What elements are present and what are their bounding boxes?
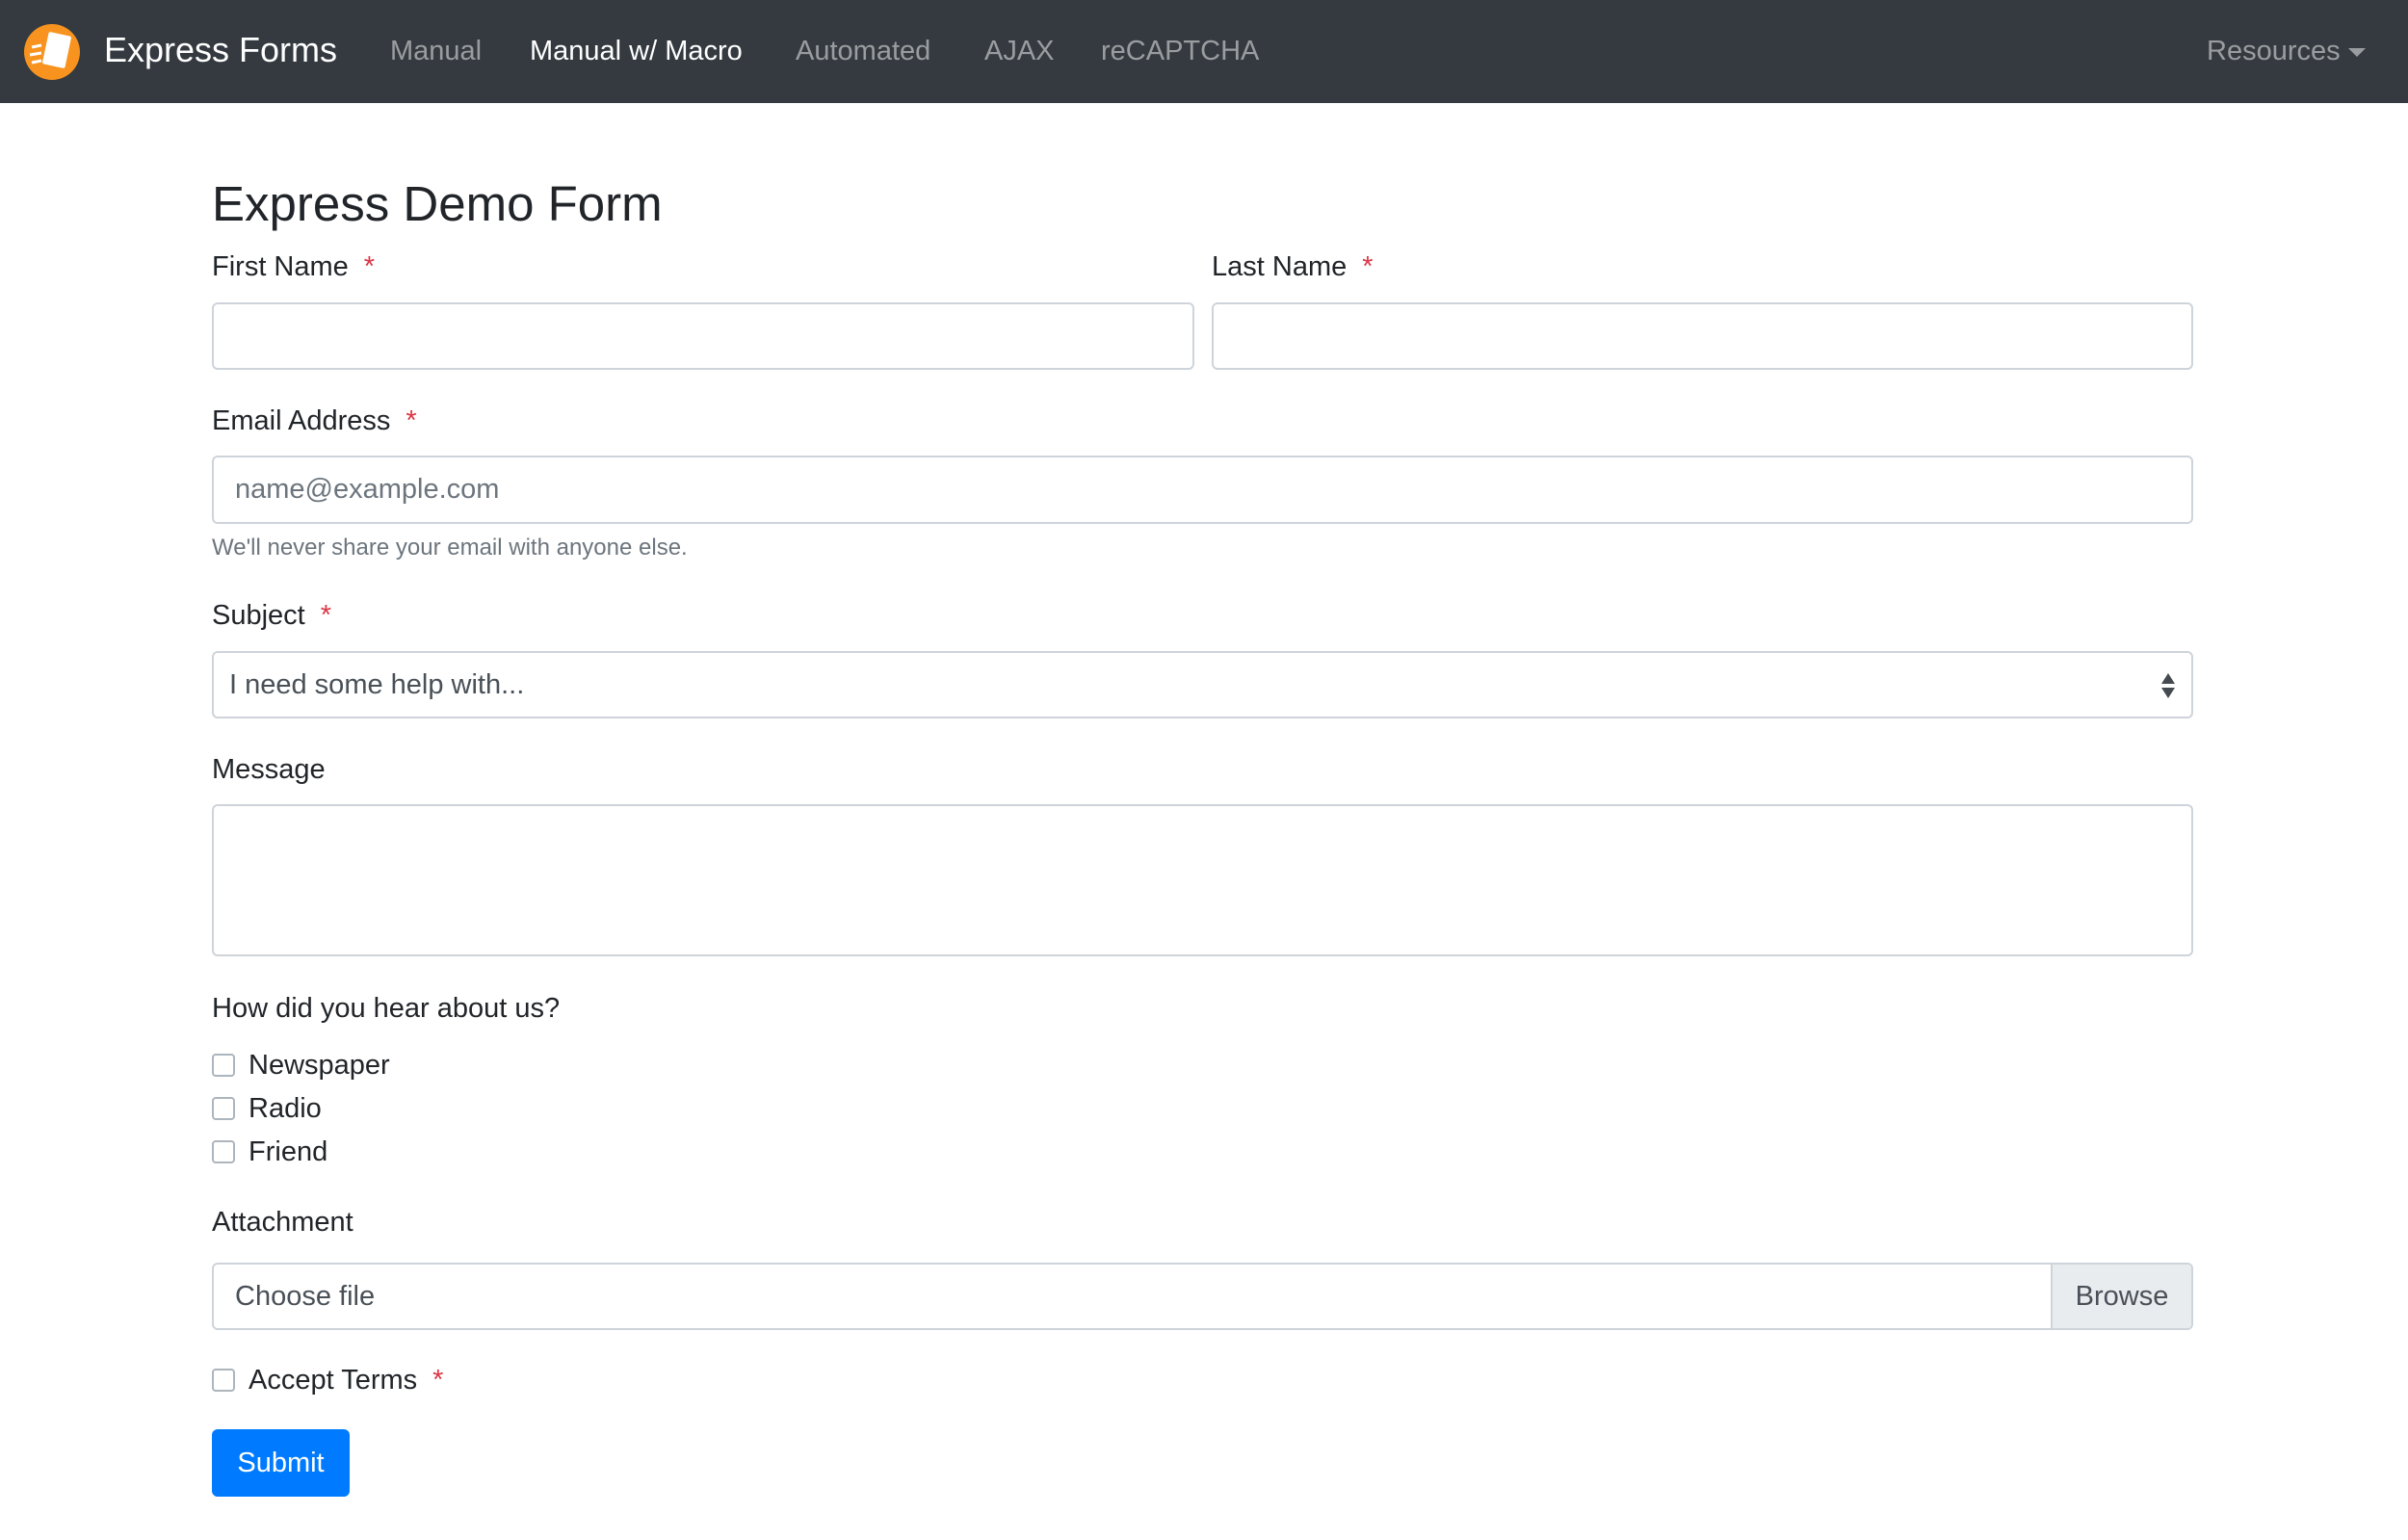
subject-select[interactable]: I need some help with...: [212, 651, 2193, 718]
nav-manual-macro[interactable]: Manual w/ Macro: [530, 32, 743, 70]
choose-file-text: Choose file: [235, 1280, 376, 1312]
friend-checkbox[interactable]: [212, 1140, 235, 1163]
first-name-input[interactable]: [212, 302, 1194, 370]
email-label: Email Address *: [212, 405, 417, 436]
resources-label: Resources: [2207, 36, 2341, 66]
radio-checkbox[interactable]: [212, 1097, 235, 1120]
caret-down-icon: [2347, 47, 2366, 57]
message-label: Message: [212, 754, 326, 785]
radio-label[interactable]: Radio: [249, 1091, 322, 1126]
submit-button[interactable]: Submit: [212, 1429, 350, 1497]
nav-resources-dropdown[interactable]: Resources: [2207, 32, 2366, 70]
page-title: Express Demo Form: [212, 176, 663, 231]
subject-label: Subject *: [212, 600, 332, 631]
newspaper-checkbox[interactable]: [212, 1054, 235, 1077]
accept-terms-label[interactable]: Accept Terms *: [249, 1363, 443, 1397]
navbar: Express Forms Manual Manual w/ Macro Aut…: [0, 0, 2408, 103]
last-name-input[interactable]: [1212, 302, 2193, 370]
email-input[interactable]: name@example.com: [212, 456, 2193, 524]
newspaper-label[interactable]: Newspaper: [249, 1048, 390, 1083]
friend-label[interactable]: Friend: [249, 1135, 327, 1169]
logo-icon[interactable]: [24, 24, 80, 80]
nav-ajax[interactable]: AJAX: [984, 32, 1055, 70]
nav-recaptcha[interactable]: reCAPTCHA: [1101, 32, 1259, 70]
first-name-label: First Name *: [212, 251, 376, 282]
nav-automated[interactable]: Automated: [796, 32, 930, 70]
browse-button[interactable]: Browse: [2051, 1265, 2191, 1328]
email-help-text: We'll never share your email with anyone…: [212, 535, 688, 561]
attachment-label: Attachment: [212, 1207, 353, 1238]
file-input[interactable]: Choose file Browse: [212, 1263, 2193, 1330]
hear-label: How did you hear about us?: [212, 993, 561, 1024]
nav-manual[interactable]: Manual: [390, 32, 482, 70]
select-arrows-icon: [2161, 673, 2175, 698]
message-textarea[interactable]: [212, 804, 2193, 956]
accept-terms-checkbox[interactable]: [212, 1369, 235, 1392]
last-name-label: Last Name *: [1212, 251, 1374, 282]
subject-value: I need some help with...: [229, 668, 525, 700]
brand-link[interactable]: Express Forms: [104, 29, 337, 71]
